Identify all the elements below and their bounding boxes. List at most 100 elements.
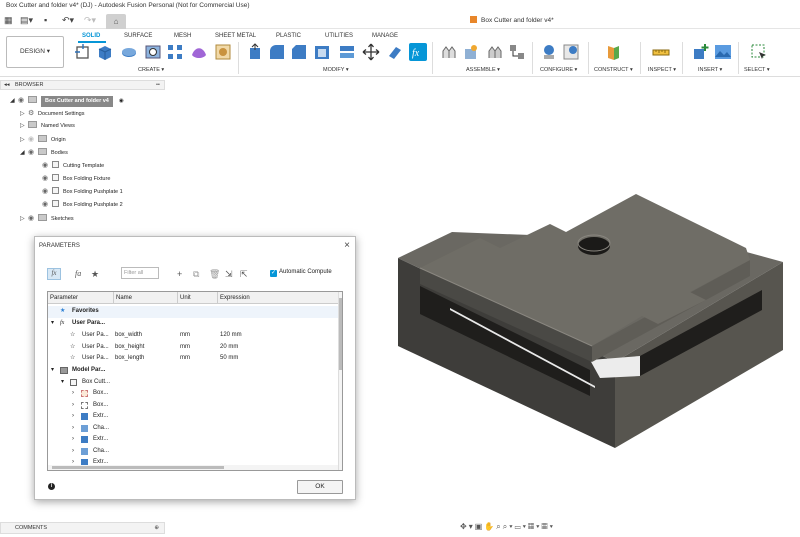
tree-item-sketches[interactable]: ▷ ◉ Sketches xyxy=(20,213,74,224)
star-outline-icon[interactable]: ☆ xyxy=(70,353,75,365)
visibility-eye-icon[interactable]: ◉ xyxy=(42,199,52,210)
table-row-component[interactable]: ▾ Box Cutt... xyxy=(48,377,338,389)
expand-triangle-icon[interactable]: ▷ xyxy=(20,135,28,146)
construct-group-label[interactable]: CONSTRUCT ▾ xyxy=(594,67,633,73)
grid-settings-icon[interactable]: ▦▾ xyxy=(528,522,541,531)
combine-icon[interactable] xyxy=(338,43,356,61)
scrollbar-thumb[interactable] xyxy=(339,298,342,370)
hole-icon[interactable] xyxy=(144,43,162,61)
ok-button[interactable]: OK xyxy=(297,480,343,494)
pan-icon[interactable]: ✋ xyxy=(484,522,496,531)
table-row-feature[interactable]: › Cha... xyxy=(48,423,338,435)
select-icon[interactable] xyxy=(750,43,768,61)
save-icon[interactable]: ▪ xyxy=(44,14,47,26)
fit-icon[interactable]: ⌕▾ xyxy=(503,522,515,531)
chamfer-icon[interactable] xyxy=(290,43,308,61)
viewports-icon[interactable]: ▦▾ xyxy=(541,522,554,531)
col-parameter[interactable]: Parameter xyxy=(48,292,114,304)
inspect-group-label[interactable]: INSPECT ▾ xyxy=(648,67,676,73)
tree-item-named-views[interactable]: ▷ Named Views xyxy=(20,121,75,132)
browser-options-icon[interactable]: ▪▪ xyxy=(156,81,160,90)
insert-derive-icon[interactable] xyxy=(214,43,232,61)
param-name[interactable]: box_width xyxy=(115,330,142,342)
new-component-icon[interactable] xyxy=(440,43,458,61)
col-name[interactable]: Name xyxy=(114,292,178,304)
look-at-icon[interactable]: ▣ xyxy=(475,522,485,531)
tree-item-body[interactable]: ◉ Box Folding Pushplate 2 xyxy=(42,199,123,210)
expand-icon[interactable]: › xyxy=(72,411,74,423)
table-row-feature[interactable]: › Box... xyxy=(48,388,338,400)
document-tab[interactable]: Box Cutter and folder v4* xyxy=(470,16,554,24)
joint-icon[interactable] xyxy=(462,43,480,61)
app-grid-icon[interactable]: ▦ xyxy=(4,14,13,26)
param-expression[interactable]: 20 mm xyxy=(220,342,238,354)
table-row-feature[interactable]: › Extr... xyxy=(48,457,338,465)
select-group-label[interactable]: SELECT ▾ xyxy=(744,67,770,73)
filter-expression-icon[interactable]: fa xyxy=(75,269,81,278)
workspace-dropdown[interactable]: DESIGN ▾ xyxy=(6,36,64,68)
offset-plane-icon[interactable] xyxy=(604,43,622,61)
undo-icon[interactable]: ↶▾ xyxy=(62,14,74,26)
tree-item-body[interactable]: ◉ Box Folding Fixture xyxy=(42,173,110,184)
table-row-favorites[interactable]: ★ Favorites xyxy=(48,306,338,318)
expand-icon[interactable]: › xyxy=(72,423,74,435)
tab-solid[interactable]: SOLID xyxy=(82,33,100,39)
copy-parameter-icon[interactable]: ⧉ xyxy=(193,269,199,280)
checkbox-checked-icon[interactable]: ✓ xyxy=(270,270,277,277)
activate-radio-icon[interactable]: ◉ xyxy=(119,98,124,104)
comments-add-icon[interactable]: ⊕ xyxy=(154,523,159,534)
tab-manage[interactable]: MANAGE xyxy=(372,33,398,39)
visibility-eye-icon[interactable]: ◉ xyxy=(28,147,38,158)
table-row-feature[interactable]: › Box... xyxy=(48,400,338,412)
modify-group-label[interactable]: MODIFY ▾ xyxy=(323,67,349,73)
shell-icon[interactable] xyxy=(313,43,331,61)
extrude-icon[interactable] xyxy=(96,43,114,61)
table-row[interactable]: ☆ User Pa... box_width mm 120 mm xyxy=(48,330,338,342)
home-tab[interactable]: ⌂ xyxy=(106,14,126,29)
import-icon[interactable]: ⇲ xyxy=(225,269,233,280)
tree-item-body[interactable]: ◉ Cutting Template xyxy=(42,160,104,171)
file-menu-icon[interactable]: ▤▾ xyxy=(20,14,33,26)
box-folding-fixture-model[interactable] xyxy=(398,194,783,448)
param-expression[interactable]: 120 mm xyxy=(220,330,242,342)
table-row-model-group[interactable]: ▾ Model Par... xyxy=(48,365,338,377)
param-expression[interactable]: 50 mm xyxy=(220,353,238,365)
visibility-eye-icon[interactable]: ◉ xyxy=(42,160,52,171)
tab-utilities[interactable]: UTILITIES xyxy=(325,33,353,39)
fx-filter-icon[interactable]: fx xyxy=(47,268,61,280)
table-row-feature[interactable]: › Extr... xyxy=(48,434,338,446)
filter-input[interactable]: Filter all xyxy=(121,267,159,279)
expand-triangle-icon[interactable]: ▷ xyxy=(20,214,28,225)
insert-canvas-icon[interactable] xyxy=(714,43,732,61)
change-parameters-icon[interactable]: fx xyxy=(409,43,427,61)
assemble-group-label[interactable]: ASSEMBLE ▾ xyxy=(466,67,500,73)
collapse-triangle-icon[interactable]: ◢ xyxy=(20,148,28,159)
add-parameter-icon[interactable]: + xyxy=(177,269,182,279)
tree-root[interactable]: ◢ ◉ Box Cutter and folder v4 ◉ xyxy=(10,95,124,107)
browser-header[interactable]: ◂◂ BROWSER ▪▪ xyxy=(0,80,165,90)
param-name[interactable]: box_length xyxy=(115,353,144,365)
collapse-icon[interactable]: ▾ xyxy=(61,377,64,389)
close-icon[interactable]: × xyxy=(344,240,350,251)
visibility-eye-icon[interactable]: ◉ xyxy=(28,213,38,224)
tree-item-body[interactable]: ◉ Box Folding Pushplate 1 xyxy=(42,186,123,197)
tab-mesh[interactable]: MESH xyxy=(174,33,191,39)
tab-sheet-metal[interactable]: SHEET METAL xyxy=(215,33,256,39)
revolve-icon[interactable] xyxy=(120,43,138,61)
form-icon[interactable] xyxy=(190,43,208,61)
automatic-compute-checkbox[interactable]: ✓ Automatic Compute xyxy=(270,269,332,277)
scrollbar-thumb[interactable] xyxy=(52,466,224,469)
redo-icon[interactable]: ↷▾ xyxy=(84,14,96,26)
comments-panel[interactable]: COMMENTS ⊕ xyxy=(0,522,165,534)
delete-parameter-icon[interactable]: 🗑 xyxy=(209,269,220,280)
create-group-label[interactable]: CREATE ▾ xyxy=(138,67,164,73)
favorites-star-icon[interactable]: ★ xyxy=(91,269,99,280)
tree-item-bodies[interactable]: ◢ ◉ Bodies xyxy=(20,147,68,158)
press-pull-icon[interactable] xyxy=(246,43,264,61)
configure-table-icon[interactable] xyxy=(540,43,558,61)
collapse-triangle-icon[interactable]: ◢ xyxy=(10,96,18,107)
insert-group-label[interactable]: INSERT ▾ xyxy=(698,67,722,73)
table-row-feature[interactable]: › Cha... xyxy=(48,446,338,458)
model-viewport[interactable] xyxy=(390,150,790,460)
expand-icon[interactable]: › xyxy=(72,457,74,465)
